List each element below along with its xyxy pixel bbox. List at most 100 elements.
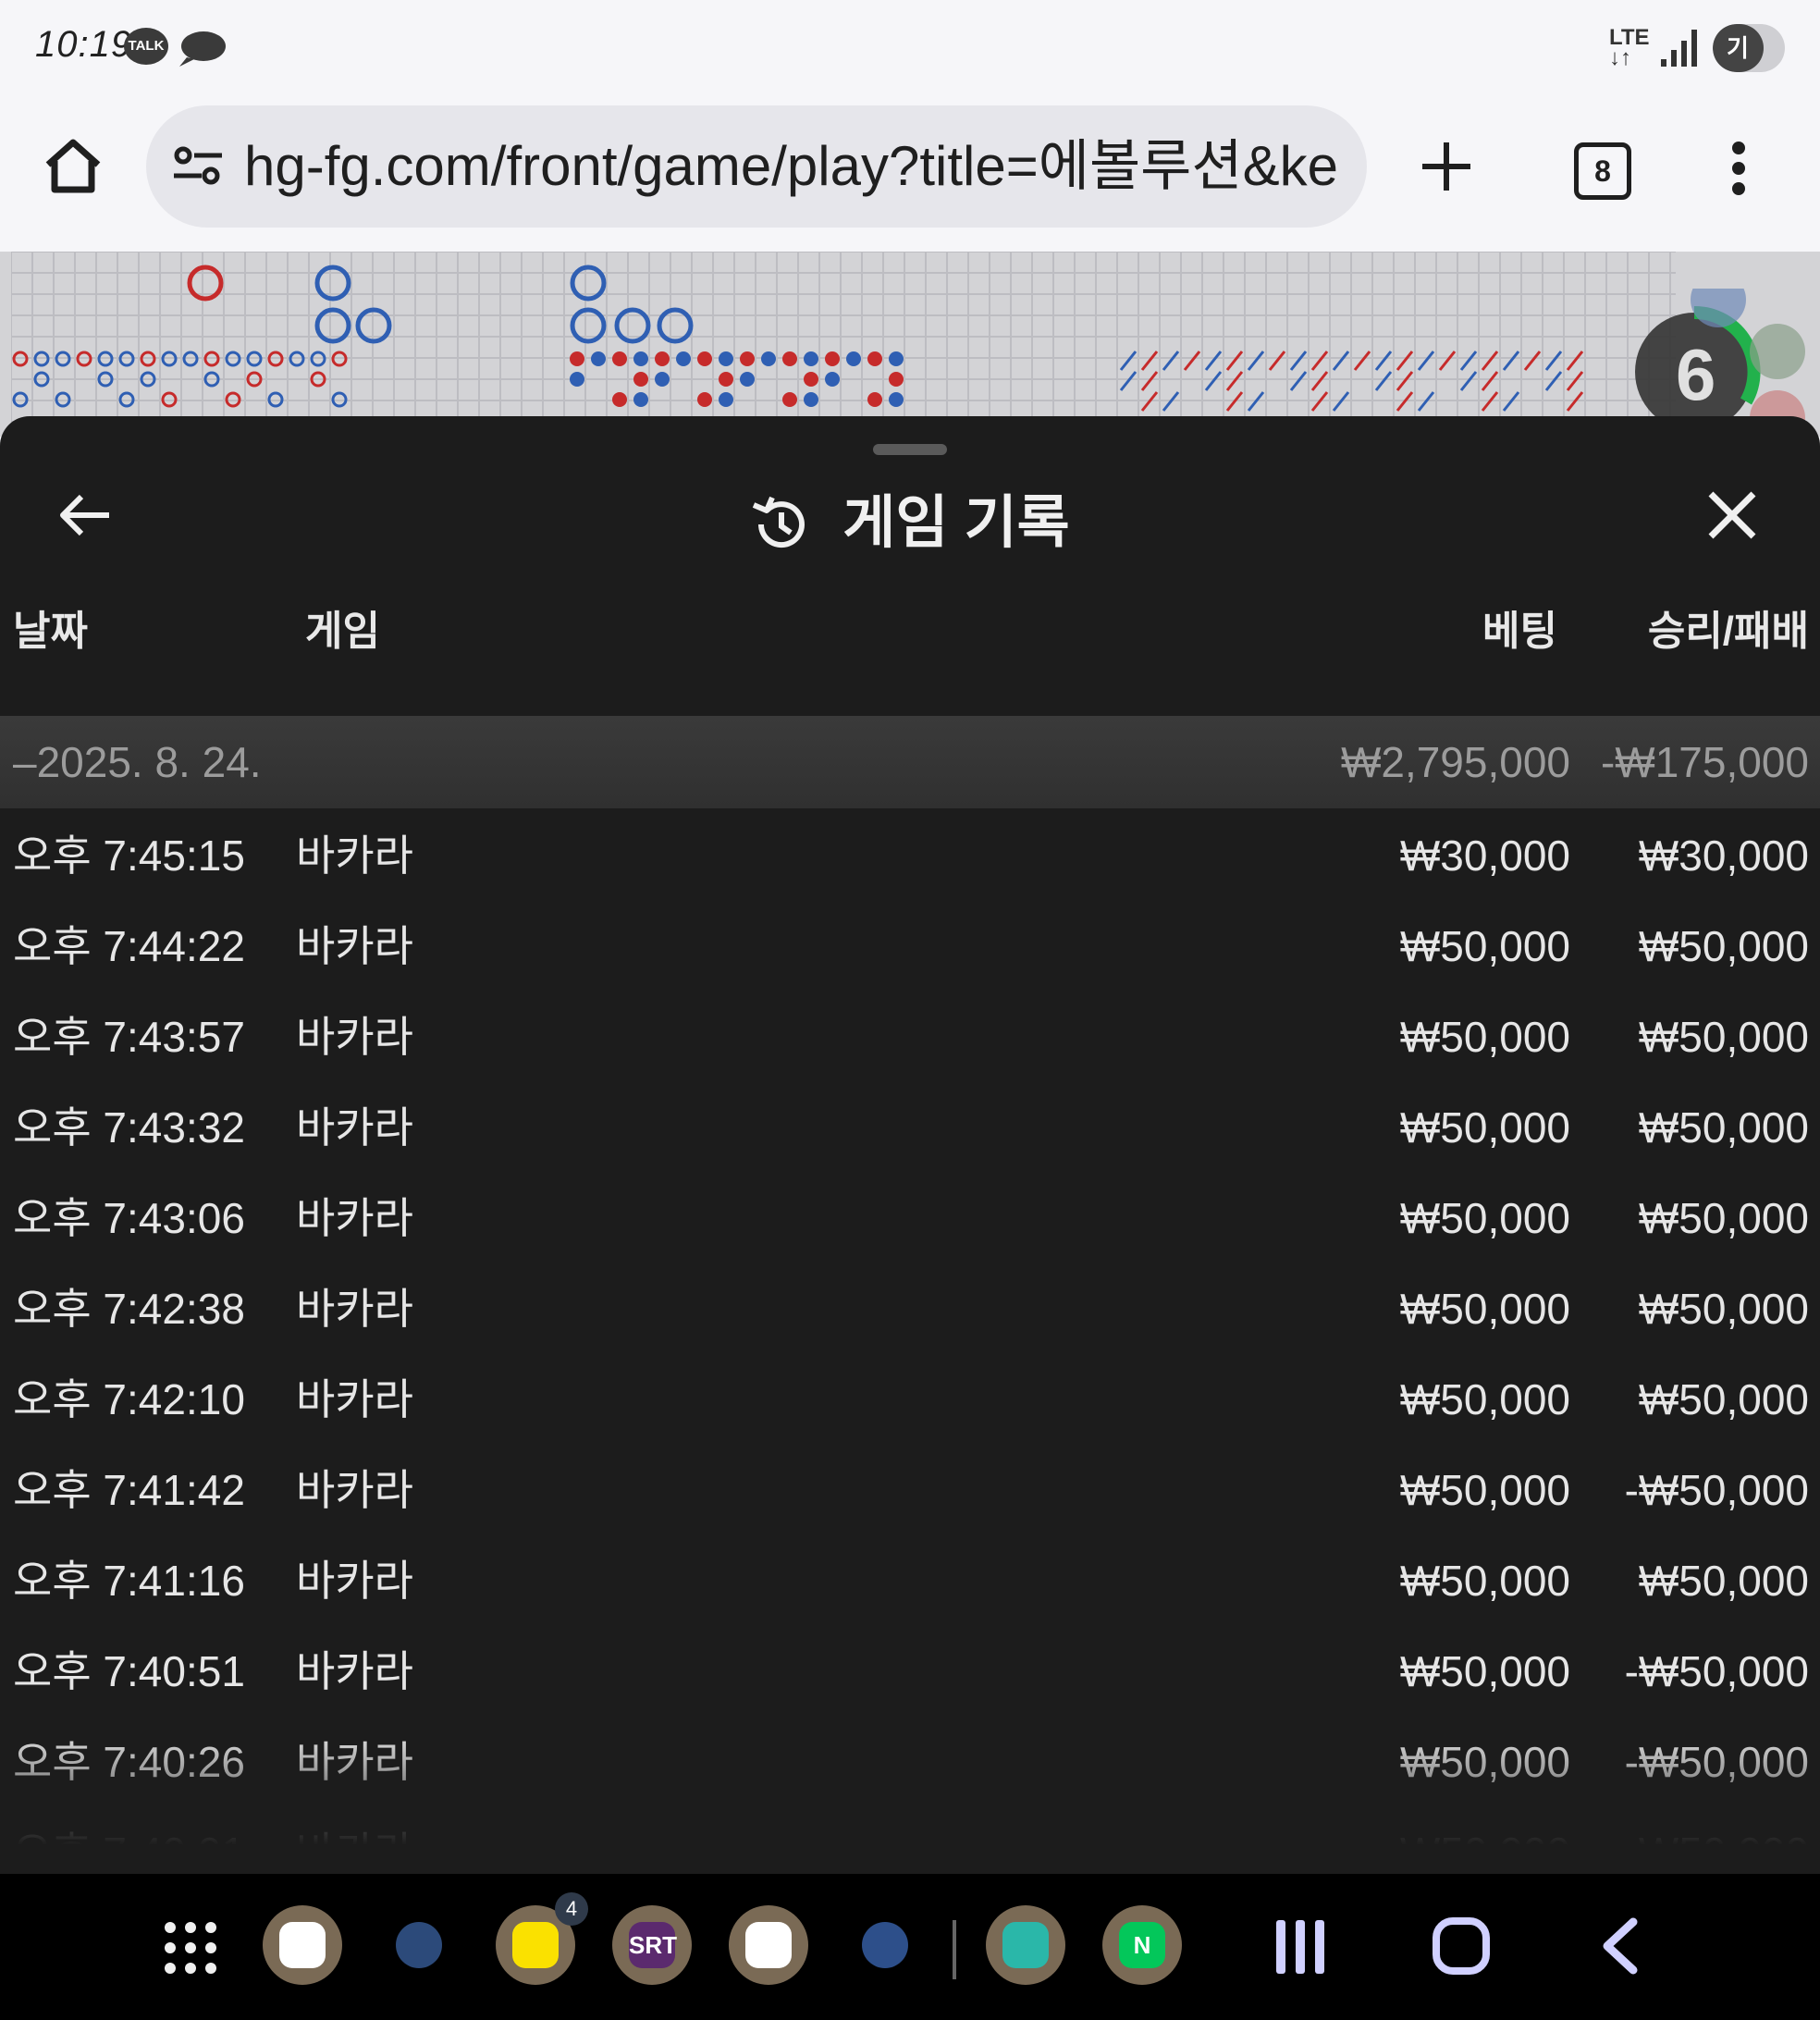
delivery-app-icon[interactable] bbox=[986, 1905, 1065, 1985]
youtube-glyph bbox=[745, 1922, 792, 1968]
row-result: ₩50,000 bbox=[1638, 1375, 1809, 1423]
table-row[interactable]: 오후 7:43:06 바카라 ₩50,000 ₩50,000 bbox=[0, 1173, 1820, 1263]
home-icon[interactable] bbox=[43, 137, 104, 194]
sheet-header: 게임 기록 bbox=[0, 477, 1820, 570]
row-bet: ₩30,000 bbox=[1399, 831, 1570, 880]
status-bar: 10:19 TALK LTE ↓↑ 기 bbox=[0, 0, 1820, 100]
row-bet: ₩50,000 bbox=[1399, 922, 1570, 970]
history-icon bbox=[753, 496, 805, 548]
baccarat-roadmap bbox=[11, 252, 1676, 437]
row-time: 오후 7:45:15 bbox=[13, 831, 245, 880]
more-menu-icon[interactable] bbox=[1729, 141, 1748, 196]
table-row[interactable]: 오후 7:40:51 바카라 ₩50,000 -₩50,000 bbox=[0, 1626, 1820, 1717]
kakaotalk-app-icon[interactable]: 4 bbox=[496, 1892, 588, 1985]
row-game: 바카라 bbox=[296, 831, 413, 880]
taskbar: 4 SRT N bbox=[0, 1874, 1820, 2020]
messages-glyph bbox=[396, 1922, 442, 1968]
url-text[interactable]: hg-fg.com/front/game/play?title=에볼루션&ke bbox=[244, 105, 1338, 228]
row-result: -₩50,000 bbox=[1624, 1647, 1809, 1695]
row-game: 바카라 bbox=[296, 1285, 413, 1333]
row-bet: ₩50,000 bbox=[1399, 1375, 1570, 1423]
table-row[interactable]: 오후 7:41:42 바카라 ₩50,000 -₩50,000 bbox=[0, 1445, 1820, 1535]
naver-app-icon[interactable]: N bbox=[1102, 1905, 1182, 1985]
row-result: ₩50,000 bbox=[1638, 1013, 1809, 1061]
row-time: 오후 7:41:42 bbox=[13, 1466, 245, 1514]
signal-icon bbox=[1661, 30, 1697, 67]
group-date: –2025. 8. 24. bbox=[13, 738, 262, 786]
row-time: 오후 7:44:22 bbox=[13, 922, 245, 970]
table-row[interactable]: 오후 7:41:16 바카라 ₩50,000 ₩50,000 bbox=[0, 1535, 1820, 1626]
messages-app-icon[interactable] bbox=[379, 1905, 459, 1985]
row-time: 오후 7:40:51 bbox=[13, 1647, 245, 1695]
naver-glyph: N bbox=[1119, 1922, 1165, 1968]
row-bet: ₩50,000 bbox=[1399, 1013, 1570, 1061]
sheet-drag-handle[interactable] bbox=[873, 444, 947, 455]
column-header-date: 날짜 bbox=[13, 609, 88, 654]
row-game: 바카라 bbox=[296, 1647, 413, 1695]
row-result: -₩50,000 bbox=[1624, 1466, 1809, 1514]
app-drawer-icon[interactable] bbox=[163, 1920, 218, 1976]
table-row[interactable]: 오후 7:43:57 바카라 ₩50,000 ₩50,000 bbox=[0, 992, 1820, 1082]
game-history-sheet: 게임 기록 날짜 게임 베팅 승리/패배 –2025. 8. 24. ₩2,79… bbox=[0, 416, 1820, 1874]
phone-app-icon[interactable] bbox=[263, 1905, 342, 1985]
table-row[interactable]: 오후 7:43:32 바카라 ₩50,000 ₩50,000 bbox=[0, 1082, 1820, 1173]
column-header-result: 승리/패배 bbox=[1647, 609, 1809, 654]
group-total-result: -₩175,000 bbox=[1600, 738, 1809, 786]
row-result: ₩50,000 bbox=[1638, 1557, 1809, 1605]
dock-divider bbox=[953, 1920, 956, 1979]
sheet-title: 게임 기록 bbox=[842, 491, 1070, 555]
row-bet: ₩50,000 bbox=[1399, 1647, 1570, 1695]
browser-glyph bbox=[862, 1922, 908, 1968]
lte-icon: LTE ↓↑ bbox=[1609, 25, 1650, 70]
list-fade bbox=[0, 1730, 1820, 1874]
address-bar[interactable]: hg-fg.com/front/game/play?title=에볼루션&ke bbox=[146, 105, 1367, 228]
battery-label: 기 bbox=[1727, 34, 1749, 62]
countdown-number: 6 bbox=[1676, 334, 1716, 415]
delivery-glyph bbox=[1002, 1922, 1049, 1968]
group-total-bet: ₩2,795,000 bbox=[1340, 738, 1570, 786]
srt-app-icon[interactable]: SRT bbox=[612, 1905, 692, 1985]
row-result: ₩50,000 bbox=[1638, 1103, 1809, 1152]
row-game: 바카라 bbox=[296, 1375, 413, 1423]
row-result: ₩30,000 bbox=[1638, 831, 1809, 880]
site-settings-icon[interactable] bbox=[172, 146, 224, 187]
row-game: 바카라 bbox=[296, 1013, 413, 1061]
new-tab-icon[interactable] bbox=[1420, 141, 1472, 192]
kakaotalk-glyph bbox=[512, 1922, 559, 1968]
browser-app-icon[interactable] bbox=[845, 1905, 925, 1985]
row-bet: ₩50,000 bbox=[1399, 1466, 1570, 1514]
cloud-notification-icon bbox=[179, 31, 226, 67]
row-time: 오후 7:42:10 bbox=[13, 1375, 245, 1423]
countdown-timer-icon bbox=[1635, 289, 1805, 437]
row-bet: ₩50,000 bbox=[1399, 1103, 1570, 1152]
close-icon[interactable] bbox=[1707, 490, 1757, 540]
browser-toolbar: hg-fg.com/front/game/play?title=에볼루션&ke … bbox=[0, 100, 1820, 252]
game-background: 6 bbox=[0, 252, 1820, 437]
date-group-row[interactable]: –2025. 8. 24. ₩2,795,000 -₩175,000 bbox=[0, 716, 1820, 808]
table-row[interactable]: 오후 7:45:15 바카라 ₩30,000 ₩30,000 bbox=[0, 810, 1820, 901]
srt-glyph: SRT bbox=[629, 1922, 677, 1968]
row-game: 바카라 bbox=[296, 1194, 413, 1242]
row-bet: ₩50,000 bbox=[1399, 1285, 1570, 1333]
table-row[interactable]: 오후 7:42:38 바카라 ₩50,000 ₩50,000 bbox=[0, 1263, 1820, 1354]
row-game: 바카라 bbox=[296, 1466, 413, 1514]
row-time: 오후 7:43:32 bbox=[13, 1103, 245, 1152]
row-bet: ₩50,000 bbox=[1399, 1194, 1570, 1242]
history-list: 오후 7:45:15 바카라 ₩30,000 ₩30,000 오후 7:44:22 바카라… bbox=[0, 810, 1820, 1874]
home-nav-icon[interactable] bbox=[1432, 1916, 1491, 1976]
row-game: 바카라 bbox=[296, 1557, 413, 1605]
recent-apps-icon[interactable] bbox=[1274, 1918, 1326, 1976]
table-row[interactable]: 오후 7:42:10 바카라 ₩50,000 ₩50,000 bbox=[0, 1354, 1820, 1445]
row-time: 오후 7:43:06 bbox=[13, 1194, 245, 1242]
tab-switcher-button[interactable]: 8 bbox=[1574, 142, 1631, 200]
youtube-app-icon[interactable] bbox=[729, 1905, 808, 1985]
row-game: 바카라 bbox=[296, 922, 413, 970]
row-result: ₩50,000 bbox=[1638, 1194, 1809, 1242]
row-time: 오후 7:42:38 bbox=[13, 1285, 245, 1333]
table-row[interactable]: 오후 7:44:22 바카라 ₩50,000 ₩50,000 bbox=[0, 901, 1820, 992]
row-time: 오후 7:43:57 bbox=[13, 1013, 245, 1061]
column-header-bet: 베팅 bbox=[1482, 609, 1557, 654]
column-header-game: 게임 bbox=[305, 609, 380, 654]
back-nav-icon[interactable] bbox=[1600, 1916, 1641, 1976]
notification-badge: 4 bbox=[555, 1892, 588, 1926]
